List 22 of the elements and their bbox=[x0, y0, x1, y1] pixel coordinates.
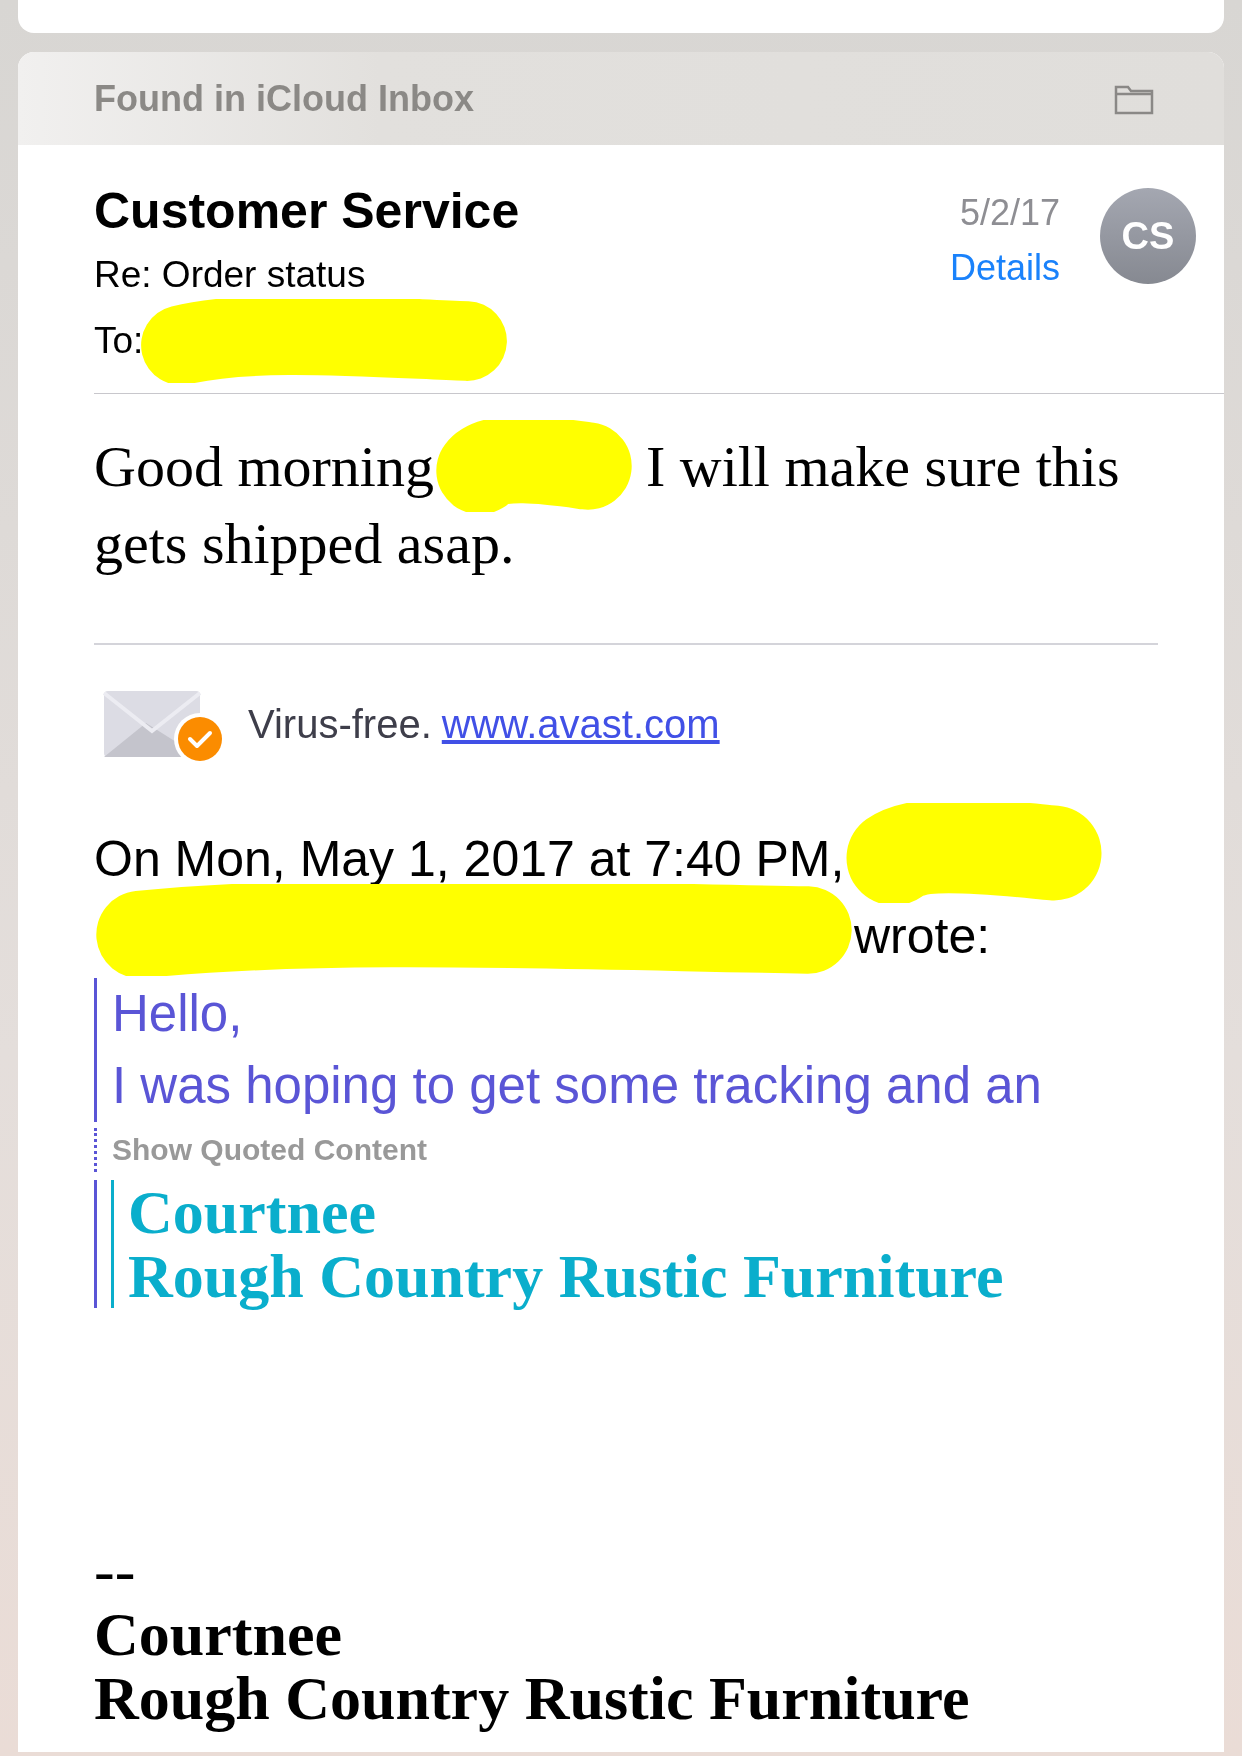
mailbox-label: Found in iCloud Inbox bbox=[94, 77, 474, 120]
quoted-line: I was hoping to get some tracking and an bbox=[112, 1055, 1043, 1116]
to-label: To: bbox=[94, 321, 144, 361]
attribution-text: On Mon, May 1, 2017 at 7:40 PM, bbox=[94, 831, 845, 888]
signature-separator: -- bbox=[94, 1537, 137, 1602]
attribution-end: wrote: bbox=[854, 908, 991, 964]
message-date: 5/2/17 bbox=[958, 191, 1060, 235]
quoted-signature-line: Rough Country Rustic Furniture bbox=[128, 1243, 1005, 1308]
virus-free-text: Virus-free. bbox=[248, 701, 432, 747]
signature-line: Rough Country Rustic Furniture bbox=[94, 1665, 971, 1730]
body-text: gets shipped asap. bbox=[94, 512, 515, 575]
details-link[interactable]: Details bbox=[949, 247, 1060, 289]
avast-link[interactable]: www.avast.com bbox=[441, 701, 720, 747]
subject-line: Re: Order status bbox=[94, 253, 367, 297]
body-text: I will make sure this bbox=[645, 434, 1120, 498]
sender-name: Customer Service bbox=[94, 183, 521, 239]
greeting-text: Good morning bbox=[94, 434, 434, 498]
quoted-signature-line: Courtnee bbox=[128, 1179, 377, 1244]
avatar[interactable]: CS bbox=[1100, 188, 1196, 284]
signature-line: Courtnee bbox=[94, 1601, 343, 1666]
show-quoted-button[interactable]: Show Quoted Content bbox=[112, 1127, 427, 1172]
quoted-line: Hello, bbox=[112, 983, 244, 1044]
